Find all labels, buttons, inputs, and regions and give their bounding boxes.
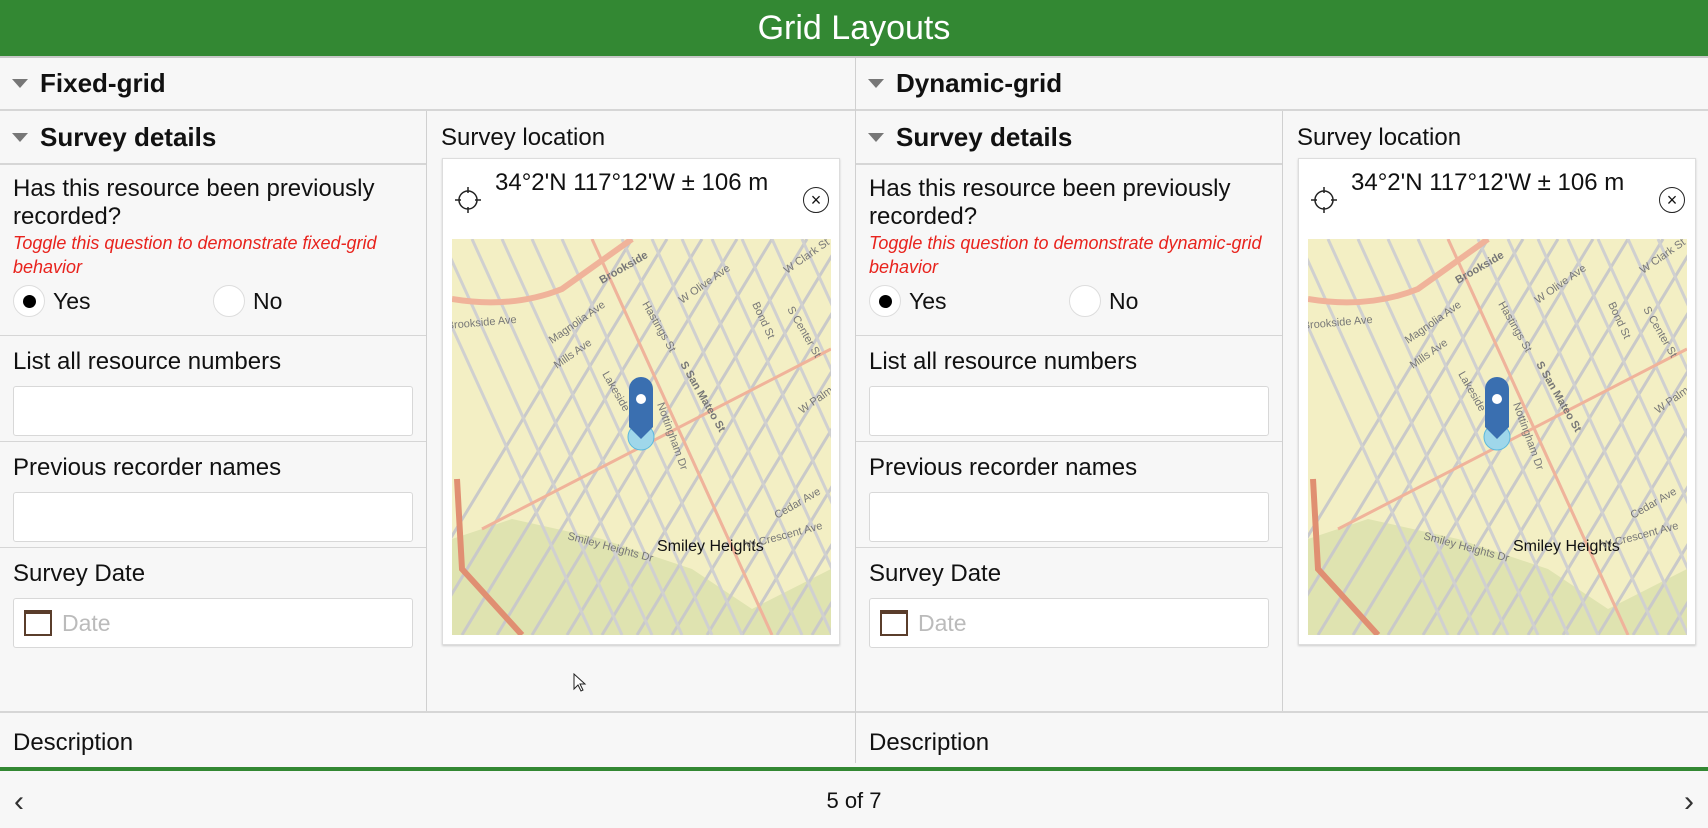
question-label: Has this resource been previously record… (13, 175, 375, 230)
form-column: Survey details Has this resource been pr… (0, 111, 427, 711)
field-label: List all resource numbers (869, 348, 1138, 375)
date-placeholder: Date (62, 609, 111, 636)
question-label: Has this resource been previously record… (869, 175, 1231, 230)
date-placeholder: Date (918, 609, 967, 636)
resource-numbers-input[interactable] (13, 386, 413, 436)
radio-circle-checked[interactable] (869, 285, 901, 317)
survey-date-input[interactable]: Date (869, 598, 1269, 648)
map-label: S Center St (784, 305, 823, 360)
radio-no[interactable]: No (213, 285, 413, 317)
page-indicator: 5 of 7 (826, 788, 882, 813)
geopoint-card: 34°2'N 117°12'W ± 106 m × Smiley Heights… (442, 158, 840, 645)
map-label: Lakeside (599, 370, 631, 414)
field-label: Previous recorder names (13, 454, 282, 481)
group-header[interactable]: Fixed-grid (0, 58, 855, 111)
group-title: Fixed-grid (40, 68, 166, 98)
radio-label: No (253, 287, 283, 314)
radio-circle-checked[interactable] (13, 285, 45, 317)
next-page-button[interactable]: › (1684, 785, 1694, 819)
radio-no[interactable]: No (1069, 285, 1269, 317)
collapse-triangle-icon (868, 79, 884, 88)
radio-label: Yes (909, 287, 947, 314)
map-view[interactable]: Smiley Heights Brookside Magnolia Ave Mills… (452, 239, 831, 635)
geopoint-card: 34°2'N 117°12'W ± 106 m × Smiley Heights… (1298, 158, 1696, 645)
field-label: Survey Date (13, 560, 146, 587)
crosshair-icon[interactable] (453, 185, 483, 215)
page-title: Grid Layouts (0, 0, 1708, 58)
form-column: Survey details Has this resource been pr… (856, 111, 1283, 711)
calendar-icon (880, 610, 908, 636)
collapse-triangle-icon (868, 132, 884, 142)
group-title: Dynamic-grid (896, 68, 1063, 98)
recorder-names-field: Previous recorder names (856, 442, 1282, 548)
group-header[interactable]: Dynamic-grid (856, 58, 1708, 111)
recorder-names-field: Previous recorder names (0, 442, 426, 548)
location-value: 34°2'N 117°12'W ± 106 m (1351, 169, 1625, 196)
map-view[interactable]: Smiley Heights Brookside Magnolia Ave Mills… (1308, 239, 1687, 635)
field-label: Description (13, 729, 134, 756)
section-title: Survey details (40, 121, 217, 152)
fixed-grid-panel: Fixed-grid Survey details Has this resou… (0, 58, 856, 817)
section-header[interactable]: Survey details (856, 111, 1282, 165)
section-title: Survey details (896, 121, 1073, 152)
recorder-names-input[interactable] (13, 492, 413, 542)
resource-numbers-field: List all resource numbers (0, 336, 426, 442)
field-label: Survey Date (869, 560, 1002, 587)
location-value: 34°2'N 117°12'W ± 106 m (495, 169, 769, 196)
survey-date-field: Survey Date Date (0, 548, 426, 711)
map-column: Survey location 34°2'N 117°12'W ± 106 m … (1283, 111, 1708, 711)
map-label: Lakeside (1455, 370, 1487, 414)
previously-recorded-question: Has this resource been previously record… (0, 165, 426, 336)
field-label: Survey location (441, 124, 606, 151)
map-label: W Palm (1653, 385, 1687, 417)
radio-label: Yes (53, 287, 91, 314)
survey-date-field: Survey Date Date (856, 548, 1282, 711)
collapse-triangle-icon (12, 132, 28, 142)
field-label: Previous recorder names (869, 454, 1138, 481)
question-hint: Toggle this question to demonstrate fixe… (13, 233, 377, 277)
section-header[interactable]: Survey details (0, 111, 426, 165)
mouse-pointer-icon (573, 673, 587, 692)
survey-date-input[interactable]: Date (13, 598, 413, 648)
map-column: Survey location 34°2'N 117°12'W ± 106 m … (427, 111, 855, 711)
dynamic-grid-panel: Dynamic-grid Survey details Has this res… (856, 58, 1708, 817)
previously-recorded-question: Has this resource been previously record… (856, 165, 1282, 336)
page-navigation: ‹ 5 of 7 › (0, 767, 1708, 828)
field-label: Description (869, 729, 990, 756)
resource-numbers-input[interactable] (869, 386, 1269, 436)
field-label: Survey location (1297, 124, 1462, 151)
recorder-names-input[interactable] (869, 492, 1269, 542)
clear-location-icon[interactable]: × (1659, 187, 1685, 213)
calendar-icon (24, 610, 52, 636)
field-label: List all resource numbers (13, 348, 282, 375)
radio-label: No (1109, 287, 1139, 314)
resource-numbers-field: List all resource numbers (856, 336, 1282, 442)
question-hint: Toggle this question to demonstrate dyna… (869, 233, 1262, 277)
radio-circle[interactable] (213, 285, 245, 317)
map-label: W Palm (797, 385, 831, 417)
radio-yes[interactable]: Yes (13, 285, 213, 317)
map-label: S Center St (1640, 305, 1679, 360)
radio-circle[interactable] (1069, 285, 1101, 317)
collapse-triangle-icon (12, 79, 28, 88)
crosshair-icon[interactable] (1309, 185, 1339, 215)
radio-yes[interactable]: Yes (869, 285, 1069, 317)
clear-location-icon[interactable]: × (803, 187, 829, 213)
